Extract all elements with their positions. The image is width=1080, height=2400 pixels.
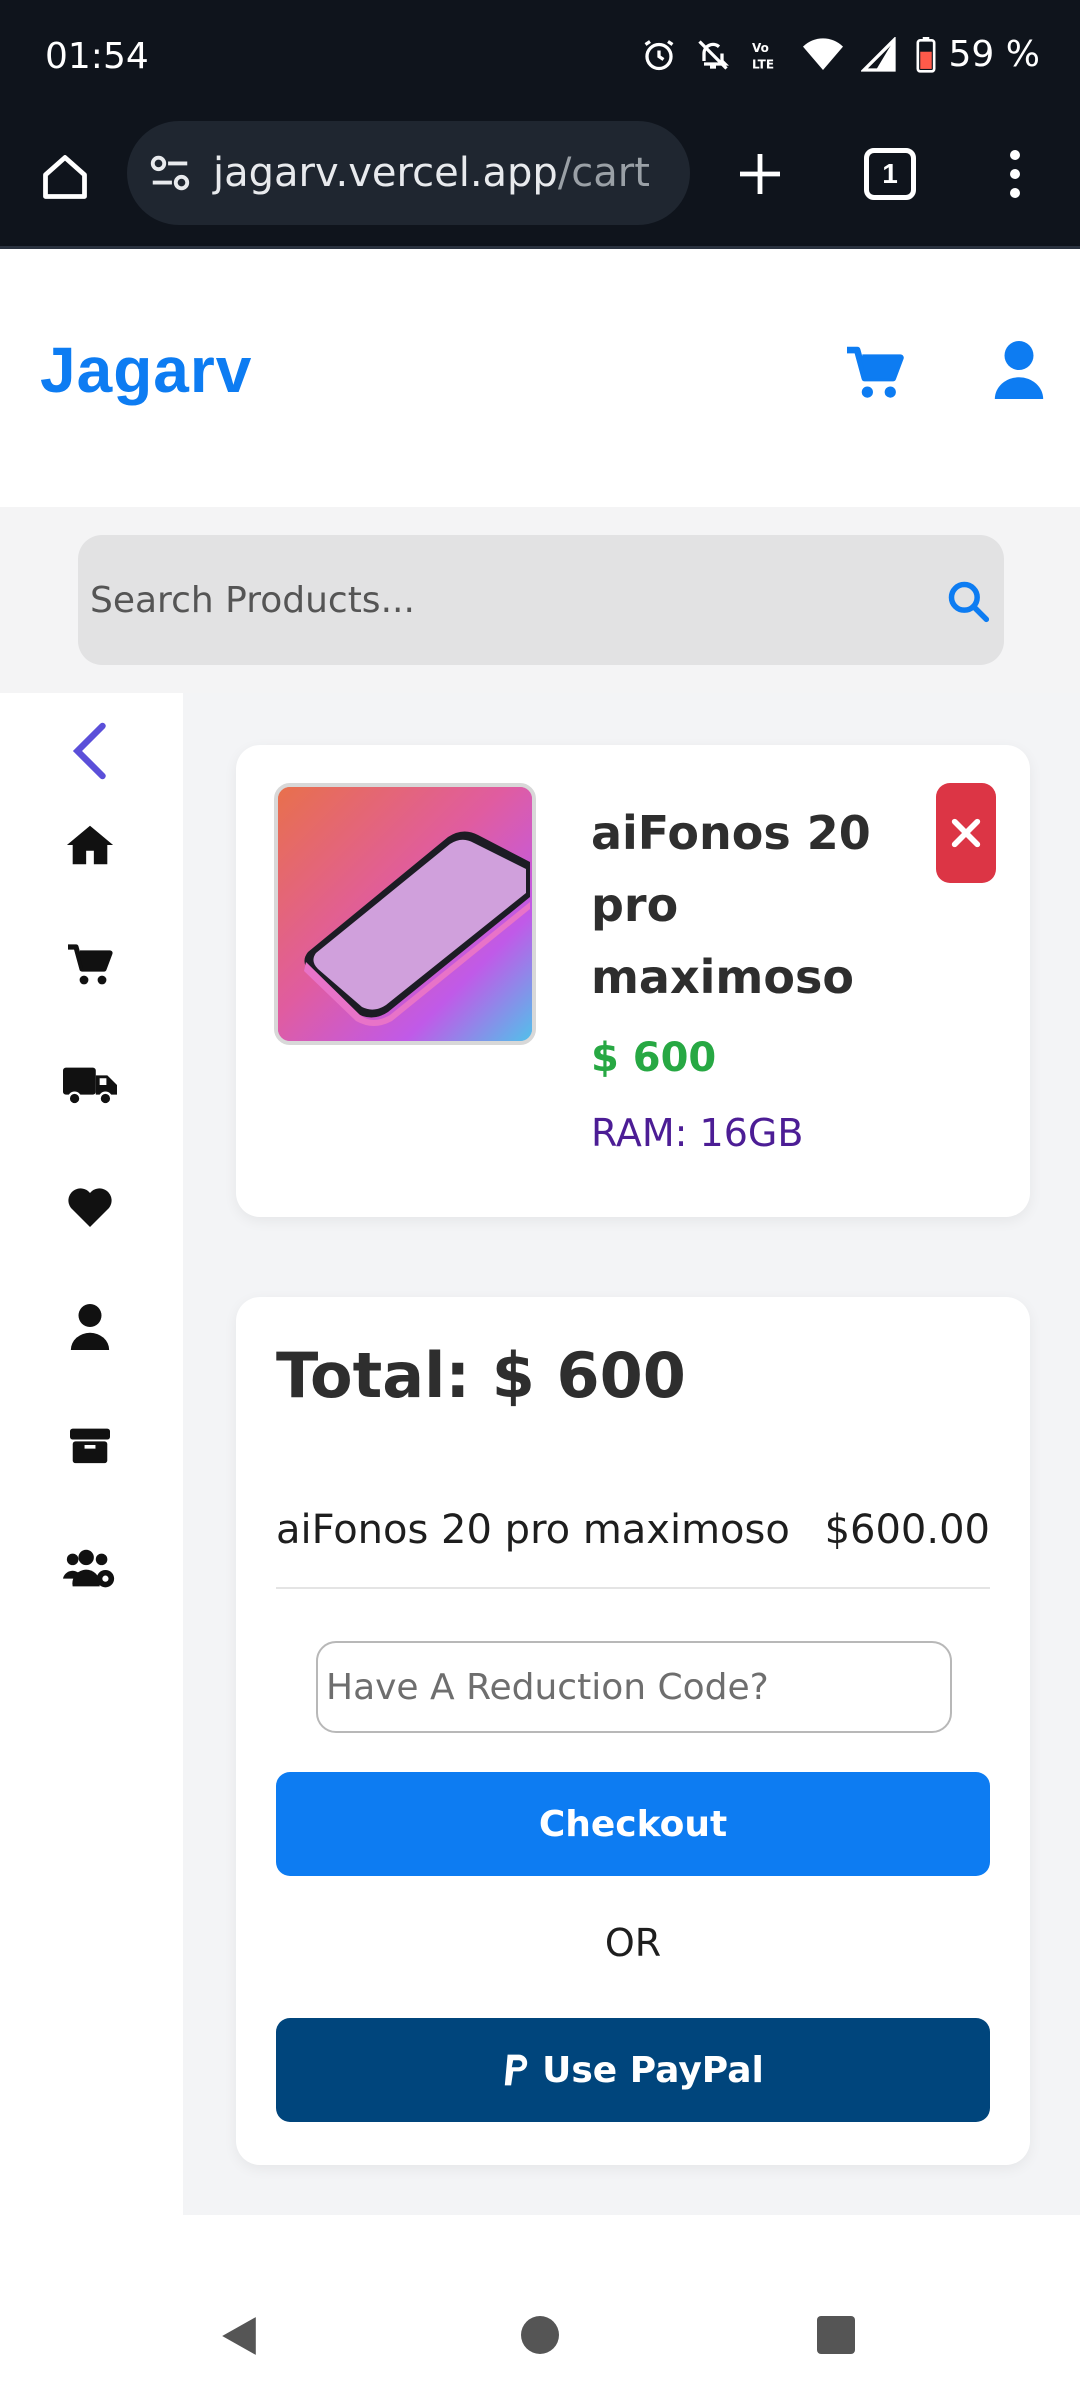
summary-line-price: $600.00 xyxy=(824,1507,990,1553)
home-icon xyxy=(66,825,114,865)
svg-text:Vo: Vo xyxy=(752,41,769,55)
paypal-label: Use PayPal xyxy=(542,2049,764,2091)
volte-icon: Vo LTE xyxy=(752,41,774,72)
cart-main: aiFonos 20 pro maximoso $ 600 RAM: 16GB … xyxy=(183,693,1080,2215)
paypal-icon xyxy=(504,2054,528,2086)
summary-line-item: aiFonos 20 pro maximoso $600.00 xyxy=(276,1507,990,1553)
sidebar xyxy=(0,693,183,2215)
cart-item-ram: RAM: 16GB xyxy=(591,1111,804,1155)
search-input[interactable] xyxy=(90,535,910,665)
signal-icon xyxy=(860,36,896,72)
status-icons: Vo LTE 59 % xyxy=(641,34,1040,75)
nav-back-icon[interactable] xyxy=(218,2315,260,2357)
checkout-button[interactable]: Checkout xyxy=(276,1772,990,1876)
search-bar xyxy=(78,535,1004,665)
search-section xyxy=(0,507,1080,693)
svg-text:LTE: LTE xyxy=(752,57,774,71)
url-path: /cart xyxy=(557,150,650,196)
order-summary-card: Total: $ 600 aiFonos 20 pro maximoso $60… xyxy=(236,1297,1030,2165)
wifi-icon xyxy=(802,37,843,70)
user-icon xyxy=(70,1304,110,1350)
users-gear-icon xyxy=(63,1549,115,1588)
header-user-icon[interactable] xyxy=(994,341,1044,399)
plus-icon xyxy=(740,154,780,194)
search-icon[interactable] xyxy=(946,579,990,623)
browser-toolbar: jagarv.vercel.app/cart 1 xyxy=(0,118,1080,248)
sidebar-item-home[interactable] xyxy=(62,817,118,873)
home-outline-icon xyxy=(43,155,87,199)
close-icon xyxy=(951,818,981,848)
summary-line-name: aiFonos 20 pro maximoso xyxy=(276,1507,790,1553)
mute-icon xyxy=(697,39,729,70)
browser-home-button[interactable] xyxy=(30,142,100,212)
back-chevron-icon xyxy=(72,722,106,780)
summary-divider xyxy=(276,1587,990,1589)
alarm-icon xyxy=(644,39,673,70)
logo[interactable]: Jagarv xyxy=(40,333,252,407)
phone-illustration xyxy=(278,787,532,1041)
sidebar-item-shipping[interactable] xyxy=(62,1057,118,1113)
remove-item-button[interactable] xyxy=(936,783,996,883)
tab-switcher-button[interactable]: 1 xyxy=(864,148,916,200)
sidebar-item-admin[interactable] xyxy=(62,1541,118,1597)
url-host: jagarv.vercel.app xyxy=(213,150,558,196)
cart-item-price: $ 600 xyxy=(591,1035,717,1081)
cart-icon xyxy=(68,944,113,985)
cart-item-card: aiFonos 20 pro maximoso $ 600 RAM: 16GB xyxy=(236,745,1030,1217)
address-bar[interactable]: jagarv.vercel.app/cart xyxy=(127,121,690,225)
site-header: Jagarv xyxy=(0,249,1080,507)
battery-percent: 59 % xyxy=(948,34,1040,75)
battery-icon xyxy=(916,36,936,73)
truck-icon xyxy=(63,1067,117,1106)
sidebar-item-cart[interactable] xyxy=(62,937,118,993)
status-time: 01:54 xyxy=(45,36,149,77)
product-image[interactable] xyxy=(274,783,536,1045)
or-separator: OR xyxy=(604,1921,662,1965)
status-bar: 01:54 Vo LTE 59 % xyxy=(0,0,1080,118)
heart-icon xyxy=(68,1188,112,1227)
browser-menu-button[interactable] xyxy=(1000,142,1030,206)
nav-recents-icon[interactable] xyxy=(817,2316,855,2354)
site-settings-icon[interactable] xyxy=(147,150,193,196)
header-cart-icon[interactable] xyxy=(844,345,906,401)
sidebar-item-profile[interactable] xyxy=(62,1299,118,1355)
sidebar-back-button[interactable] xyxy=(62,722,118,780)
reduction-code-input[interactable] xyxy=(316,1641,952,1733)
sidebar-item-wishlist[interactable] xyxy=(62,1179,118,1235)
box-icon xyxy=(70,1428,110,1464)
order-total: Total: $ 600 xyxy=(276,1339,686,1412)
paypal-button[interactable]: Use PayPal xyxy=(276,2018,990,2122)
cart-item-name[interactable]: aiFonos 20 pro maximoso xyxy=(591,797,921,1013)
sidebar-item-orders[interactable] xyxy=(62,1417,118,1473)
new-tab-button[interactable] xyxy=(728,142,792,206)
nav-home-icon[interactable] xyxy=(521,2316,559,2354)
system-nav-bar xyxy=(0,2215,1080,2400)
